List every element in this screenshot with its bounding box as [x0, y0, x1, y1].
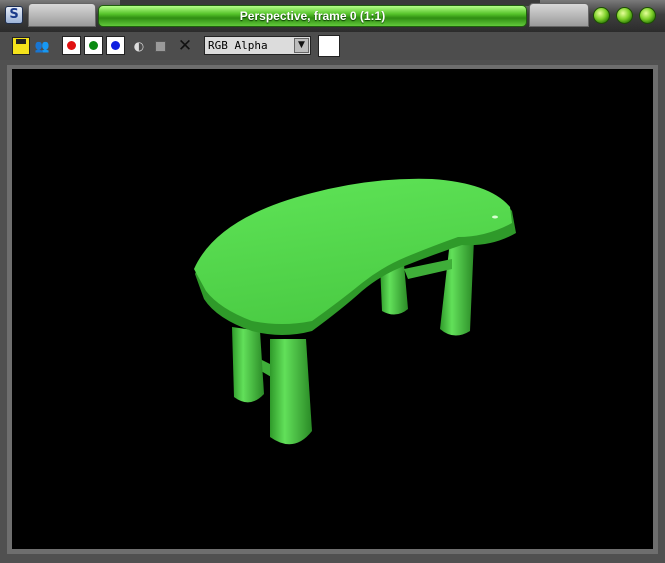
maximize-button[interactable] — [616, 7, 633, 24]
clone-icon[interactable]: 👥 — [33, 37, 51, 55]
monochrome-icon[interactable]: ◐ — [130, 37, 148, 55]
channel-display-value: RGB Alpha — [208, 39, 268, 52]
alpha-channel-icon[interactable] — [151, 37, 169, 55]
clear-icon[interactable]: ✕ — [176, 37, 194, 55]
title-tab-left — [28, 3, 96, 27]
red-dot-icon — [67, 41, 76, 50]
color-swatch[interactable] — [318, 35, 340, 57]
save-icon[interactable] — [12, 37, 30, 55]
green-dot-icon — [89, 41, 98, 50]
blue-dot-icon — [111, 41, 120, 50]
minimize-button[interactable] — [593, 7, 610, 24]
blue-channel-button[interactable] — [106, 36, 125, 55]
render-toolbar: 👥 ◐ ✕ RGB Alpha ▼ — [0, 32, 665, 60]
table-leg-front-left — [232, 327, 264, 403]
green-channel-button[interactable] — [84, 36, 103, 55]
table-leg-back-right — [440, 239, 474, 336]
close-button[interactable] — [639, 7, 656, 24]
title-tab-right — [529, 3, 589, 27]
app-icon[interactable]: S — [5, 6, 23, 24]
red-channel-button[interactable] — [62, 36, 81, 55]
rendered-table-image — [194, 178, 516, 445]
chevron-down-icon[interactable]: ▼ — [294, 38, 309, 53]
render-viewport[interactable] — [12, 69, 653, 549]
channel-display-dropdown[interactable]: RGB Alpha ▼ — [204, 36, 311, 55]
title-bar[interactable]: S Perspective, frame 0 (1:1) — [0, 0, 665, 32]
table-highlight — [492, 215, 498, 219]
table-leg-front-right — [270, 339, 312, 445]
window-title: Perspective, frame 0 (1:1) — [98, 5, 527, 27]
render-frame-window: S Perspective, frame 0 (1:1) 👥 ◐ ✕ RGB A… — [0, 0, 665, 563]
